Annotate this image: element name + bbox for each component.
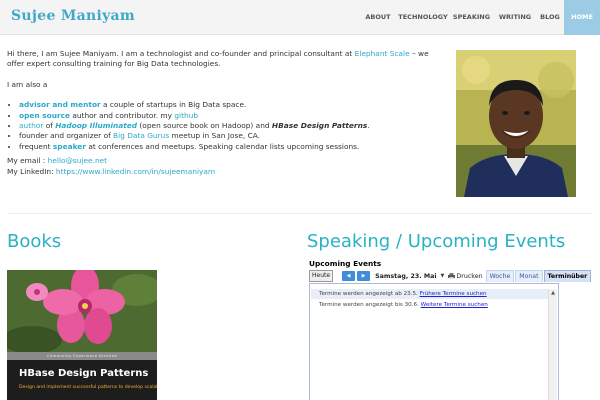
book-cover-title: HBase Design Patterns [19,368,149,379]
nav-home[interactable]: HOME [564,0,600,35]
email-link[interactable]: hello@sujee.net [48,156,107,165]
list-item: open source author and contributor. my g… [19,111,432,121]
intro-paragraph: Hi there, I am Sujee Maniyam. I am a tec… [7,49,432,70]
calendar-scrollbar[interactable]: ▲ [548,289,557,400]
email-line: My email : hello@sujee.net [7,156,108,166]
portrait-image [456,50,576,197]
calendar-heading: Upcoming Events [309,259,382,268]
speaker-text: speaker [52,141,86,151]
calendar-body: Termine werden angezeigt ab 23.5. Früher… [309,283,559,400]
elephant-scale-link[interactable]: Elephant Scale [355,49,410,58]
linkedin-link[interactable]: https://www.linkedin.com/in/sujeemaniyam [56,167,215,176]
calendar-toolbar: Heute ◀ ▶ Samstag, 23. Mai ▼ Drucken Woc… [309,269,600,283]
big-data-gurus-link[interactable]: Big Data Gurus [113,131,169,140]
hbase-patterns-text: HBase Design Patterns [271,121,368,131]
arrow-left-icon: ◀ [346,273,351,279]
printer-icon[interactable] [448,273,456,279]
chevron-down-icon: ▼ [440,273,445,279]
book-cover-flower [7,270,157,354]
more-events-link[interactable]: Weitere Termine suchen [421,302,488,308]
calendar-print-link[interactable]: Drucken [456,273,482,280]
flower-image [7,270,157,354]
intro-also: I am also a [7,79,48,89]
scroll-up-icon[interactable]: ▲ [549,289,557,297]
book-cover-strip: Community Experience Distilled [7,352,157,360]
calendar-prev-button[interactable]: ◀ [342,271,356,281]
nav-blog[interactable]: BLOG [536,0,564,35]
books-title: Books [7,231,62,252]
list-item: advisor and mentor a couple of startups … [19,100,432,110]
open-source-text: open source [19,110,70,120]
nav-technology[interactable]: TECHNOLOGY [397,0,449,35]
events-title: Speaking / Upcoming Events [307,231,566,252]
nav-writing[interactable]: WRITING [494,0,536,35]
hadoop-illuminated-link[interactable]: Hadoop Illuminated [55,121,137,130]
list-item: frequent speaker at conferences and meet… [19,142,432,152]
calendar-tab-month[interactable]: Monat [515,270,543,282]
nav-speaking[interactable]: SPEAKING [449,0,494,35]
site-header: Sujee Maniyam ABOUT TECHNOLOGY SPEAKING … [0,0,600,35]
intro-section: Hi there, I am Sujee Maniyam. I am a tec… [7,49,432,177]
earlier-events-link[interactable]: Frühere Termine suchen [420,291,487,297]
calendar-notice-later: Termine werden angezeigt bis 30.6. Weite… [319,302,488,308]
list-item: founder and organizer of Big Data Gurus … [19,131,432,141]
arrow-right-icon: ▶ [361,273,366,279]
role-list: advisor and mentor a couple of startups … [19,100,432,152]
main-nav: ABOUT TECHNOLOGY SPEAKING WRITING BLOG H… [359,0,600,35]
book-strip-text: Community Experience Distilled [47,353,117,358]
calendar-notice-earlier: Termine werden angezeigt ab 23.5. Früher… [311,289,548,299]
calendar-current-date: Samstag, 23. Mai [375,272,437,280]
nav-about[interactable]: ABOUT [359,0,397,35]
section-divider [7,213,593,214]
calendar-date-dropdown[interactable]: ▼ [441,273,445,279]
calendar-next-button[interactable]: ▶ [357,271,371,281]
book-cover-hbase[interactable]: Community Experience Distilled HBase Des… [7,270,157,400]
list-item: author of Hadoop Illuminated (open sourc… [19,121,432,131]
book-cover-subtitle: Design and implement successful patterns… [19,385,157,390]
advisor-mentor-text: advisor and mentor [19,100,101,110]
calendar-today-button[interactable]: Heute [309,270,334,282]
profile-photo [456,50,576,197]
intro-greeting: Hi there, I am Sujee Maniyam. I am a tec… [7,49,355,58]
linkedin-line: My LinkedIn: https://www.linkedin.com/in… [7,166,216,176]
site-brand[interactable]: Sujee Maniyam [11,8,135,24]
github-link[interactable]: github [174,111,198,120]
calendar-tab-agenda[interactable]: Terminüber [543,270,592,282]
calendar-tab-week[interactable]: Woche [485,270,515,282]
author-text: author [19,121,44,131]
